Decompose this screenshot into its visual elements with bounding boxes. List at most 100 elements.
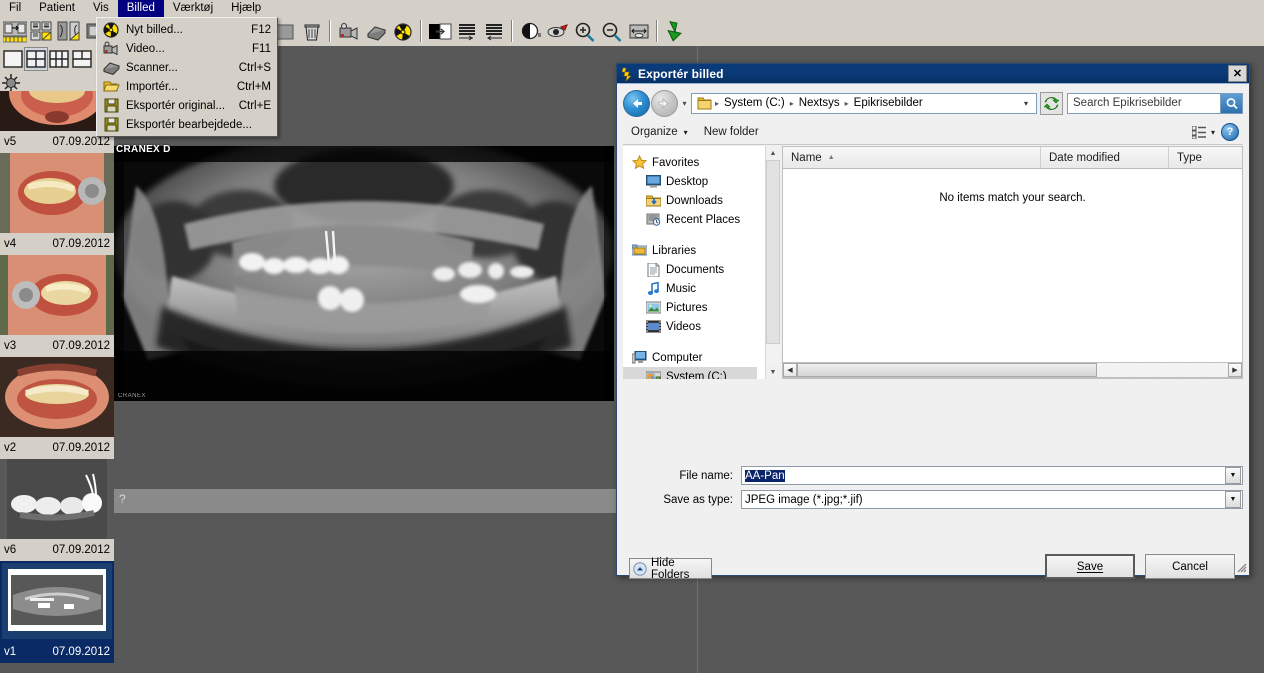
save-as-type-value[interactable]: JPEG image (*.jpg;*.jif) <box>742 494 1225 506</box>
column-header-date-modified[interactable]: Date modified <box>1041 147 1169 168</box>
resize-gripper[interactable] <box>1235 561 1247 573</box>
menu-vaerktoj[interactable]: Værktøj <box>164 0 222 17</box>
scroll-right-button[interactable]: ▶ <box>1228 363 1242 377</box>
image-series-icon[interactable] <box>29 19 55 44</box>
menu-hjaelp[interactable]: Hjælp <box>222 0 270 17</box>
billed-dropdown-menu[interactable]: Nyt billed... F12 Video... F11 Scanner..… <box>96 17 278 137</box>
video-camera-icon[interactable] <box>336 19 362 44</box>
zoom-in-icon[interactable] <box>572 19 598 44</box>
crumb-separator-icon[interactable]: ▸ <box>843 99 851 108</box>
file-list-horizontal-scrollbar[interactable]: ◀ ▶ <box>782 362 1243 378</box>
zoom-out-icon[interactable] <box>599 19 625 44</box>
red-eye-icon[interactable] <box>545 19 571 44</box>
layout-single-icon[interactable] <box>2 48 24 70</box>
menu-patient[interactable]: Patient <box>30 0 84 17</box>
search-icon[interactable] <box>1220 93 1242 113</box>
layout-three-icon[interactable] <box>71 48 93 70</box>
navigation-pane[interactable]: Favorites Desktop Downloads Recent Place… <box>623 146 771 379</box>
file-name-combo[interactable]: AA-Pan ▼ <box>741 466 1243 485</box>
menu-item-scanner[interactable]: Scanner... Ctrl+S <box>97 58 277 77</box>
align-list-left-icon[interactable] <box>481 19 507 44</box>
file-name-value[interactable]: AA-Pan <box>745 469 785 482</box>
menu-item-eksporter-original[interactable]: Eksportér original... Ctrl+E <box>97 96 277 115</box>
panoramic-xray-image[interactable]: CRANEX <box>114 146 614 401</box>
arrange-images-icon[interactable] <box>2 19 28 44</box>
organize-button[interactable]: Organize ▾ <box>623 121 696 143</box>
contrast-icon[interactable] <box>518 19 544 44</box>
navigation-scrollbar[interactable]: ▲ ▼ <box>765 146 780 379</box>
nav-item-recent-places[interactable]: Recent Places <box>623 210 757 229</box>
scanner-icon[interactable] <box>363 19 389 44</box>
thumbnail-image-v6[interactable] <box>0 459 114 539</box>
layout-quad-icon[interactable] <box>24 47 48 71</box>
scrollbar-thumb[interactable] <box>766 160 780 344</box>
menu-vis[interactable]: Vis <box>84 0 118 17</box>
dialog-title-bar[interactable]: Exportér billed ✕ <box>617 64 1249 83</box>
crumb-separator-icon[interactable]: ▸ <box>713 99 721 108</box>
scrollbar-track[interactable] <box>766 344 780 365</box>
align-list-right-icon[interactable] <box>454 19 480 44</box>
fit-width-icon[interactable] <box>626 19 652 44</box>
export-arrow-icon[interactable] <box>663 19 689 44</box>
nav-item-pictures[interactable]: Pictures <box>623 298 757 317</box>
save-as-type-combo[interactable]: JPEG image (*.jpg;*.jif) ▼ <box>741 490 1243 509</box>
menu-item-video[interactable]: Video... F11 <box>97 39 277 58</box>
thumbnail-item[interactable]: v3 07.09.2012 <box>0 255 114 357</box>
chevron-down-icon[interactable]: ▾ <box>1211 128 1215 137</box>
export-file-dialog[interactable]: Exportér billed ✕ ▾ ▸ System (C:) ▸ Next… <box>616 63 1250 581</box>
nav-header-computer[interactable]: Computer <box>623 348 757 367</box>
menu-billed[interactable]: Billed <box>117 0 164 17</box>
new-folder-button[interactable]: New folder <box>696 121 767 143</box>
thumbnail-image-v1[interactable] <box>0 561 114 641</box>
delete-icon[interactable] <box>299 19 325 44</box>
thumbnail-item[interactable]: v2 07.09.2012 <box>0 357 114 459</box>
address-chevron-down-icon[interactable]: ▾ <box>1018 99 1034 108</box>
invert-image-icon[interactable] <box>427 19 453 44</box>
close-icon[interactable]: ✕ <box>1228 65 1247 82</box>
thumbnail-image-v2[interactable] <box>0 357 114 437</box>
breadcrumb-epikrisebilder[interactable]: Epikrisebilder <box>851 97 926 109</box>
menu-item-importer[interactable]: Importér... Ctrl+M <box>97 77 277 96</box>
hscrollbar-track[interactable] <box>1097 363 1228 377</box>
recent-pages-chevron-down-icon[interactable]: ▾ <box>678 92 691 114</box>
column-header-name[interactable]: Name ▲ <box>783 147 1041 168</box>
nav-item-desktop[interactable]: Desktop <box>623 172 757 191</box>
compare-images-icon[interactable] <box>56 19 82 44</box>
thumbnail-item[interactable]: v6 07.09.2012 <box>0 459 114 561</box>
thumbnail-item-selected[interactable]: v1 07.09.2012 <box>0 561 114 663</box>
save-button[interactable]: Save <box>1045 554 1135 579</box>
scroll-down-button[interactable]: ▼ <box>766 365 780 379</box>
menu-item-nyt-billed[interactable]: Nyt billed... F12 <box>97 20 277 39</box>
crumb-separator-icon[interactable]: ▸ <box>788 99 796 108</box>
thumbnail-strip[interactable]: v5 07.09.2012 v4 07.09.2012 v3 07.09.201… <box>0 91 114 673</box>
scroll-up-button[interactable]: ▲ <box>766 146 780 160</box>
scroll-left-button[interactable]: ◀ <box>783 363 797 377</box>
nav-item-videos[interactable]: Videos <box>623 317 757 336</box>
file-list-pane[interactable]: Name ▲ Date modified Type No items match… <box>782 146 1243 379</box>
hscrollbar-thumb[interactable] <box>797 363 1097 377</box>
column-header-type[interactable]: Type <box>1169 147 1242 168</box>
radiation-icon[interactable] <box>390 19 416 44</box>
search-box[interactable]: Search Epikrisebilder <box>1067 92 1243 114</box>
thumbnail-image-v4[interactable] <box>0 153 114 233</box>
forward-button[interactable] <box>651 89 678 117</box>
breadcrumb-nextsys[interactable]: Nextsys <box>796 97 843 109</box>
nav-item-system-c[interactable]: System (C:) <box>623 367 757 379</box>
chevron-down-icon[interactable]: ▼ <box>1225 491 1241 508</box>
change-view-button[interactable]: ▾ <box>1191 125 1221 139</box>
breadcrumb-system-c[interactable]: System (C:) <box>721 97 788 109</box>
cancel-button[interactable]: Cancel <box>1145 554 1235 579</box>
nav-item-music[interactable]: Music <box>623 279 757 298</box>
refresh-button[interactable] <box>1040 91 1063 115</box>
nav-item-downloads[interactable]: Downloads <box>623 191 757 210</box>
menu-item-eksporter-bearbejdede[interactable]: Eksportér bearbejdede... <box>97 115 277 134</box>
thumbnail-image-v3[interactable] <box>0 255 114 335</box>
search-input[interactable]: Search Epikrisebilder <box>1068 97 1220 109</box>
nav-item-documents[interactable]: Documents <box>623 260 757 279</box>
help-icon[interactable]: ? <box>1221 123 1239 141</box>
chevron-down-icon[interactable]: ▼ <box>1225 467 1241 484</box>
menu-fil[interactable]: Fil <box>0 0 30 17</box>
nav-header-libraries[interactable]: Libraries <box>623 241 757 260</box>
hide-folders-button[interactable]: Hide Folders <box>629 557 712 581</box>
nav-header-favorites[interactable]: Favorites <box>623 153 757 172</box>
